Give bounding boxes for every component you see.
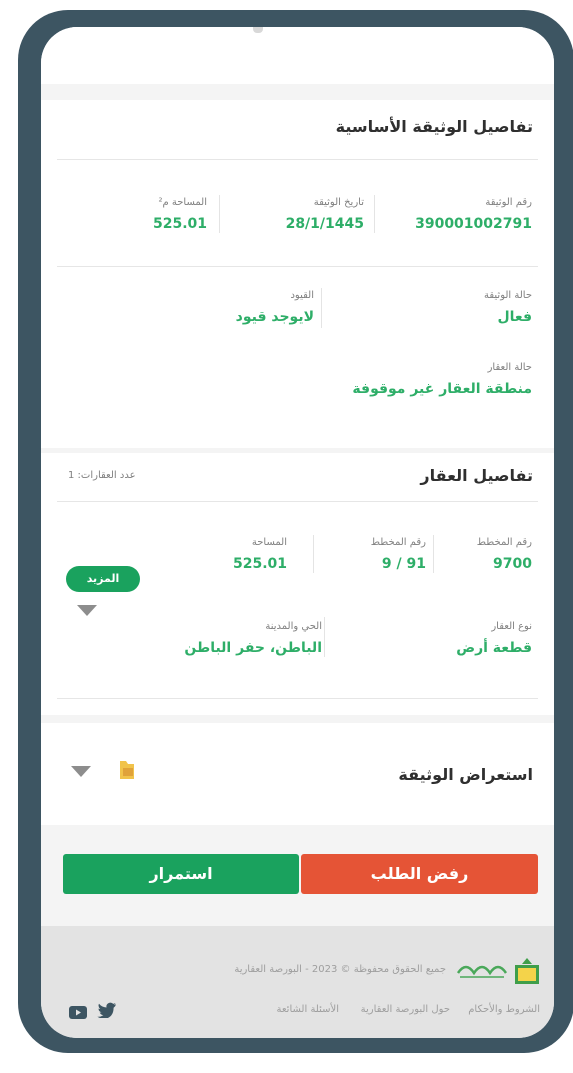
footer-link-faq[interactable]: الأسئلة الشائعة bbox=[277, 1004, 340, 1015]
district-city-value: الباطن، حفر الباطن bbox=[184, 640, 322, 656]
divider bbox=[57, 266, 538, 267]
property-area-label: المساحة bbox=[251, 537, 287, 548]
plot-number-label: رقم المخطط bbox=[370, 537, 426, 548]
divider bbox=[57, 159, 538, 160]
app-screen: تفاصيل الوثيقة الأساسية رقم الوثيقة 3900… bbox=[41, 27, 554, 1038]
document-details-title: تفاصيل الوثيقة الأساسية bbox=[335, 117, 533, 136]
deed-date-label: تاريخ الوثيقة bbox=[313, 197, 364, 208]
expand-chevron-icon[interactable] bbox=[71, 766, 91, 777]
divider bbox=[313, 535, 314, 573]
footer-link-terms[interactable]: الشروط والأحكام bbox=[468, 1004, 540, 1015]
restrictions-label: القيود bbox=[290, 290, 314, 301]
more-button[interactable]: المزيد bbox=[66, 566, 140, 592]
divider bbox=[321, 288, 322, 328]
reject-button[interactable]: رفض الطلب bbox=[301, 854, 538, 894]
footer-link-about[interactable]: حول البورصة العقارية bbox=[361, 1004, 450, 1015]
phone-frame: تفاصيل الوثيقة الأساسية رقم الوثيقة 3900… bbox=[18, 10, 573, 1053]
deed-status-label: حالة الوثيقة bbox=[483, 290, 532, 301]
folder-icon[interactable] bbox=[117, 759, 137, 781]
property-status-value: منطقة العقار غير موقوفة bbox=[352, 381, 532, 397]
restrictions-field: القيود لايوجد قيود bbox=[236, 290, 314, 325]
property-type-value: قطعة أرض bbox=[456, 640, 532, 656]
continue-button[interactable]: استمرار bbox=[63, 854, 299, 894]
document-view-card[interactable]: استعراض الوثيقة bbox=[41, 723, 554, 825]
youtube-icon[interactable] bbox=[69, 1004, 87, 1019]
brand-logo-icon bbox=[456, 959, 508, 979]
plan-number-field: رقم المخطط 9700 bbox=[477, 537, 532, 572]
top-bar bbox=[41, 27, 554, 84]
twitter-icon[interactable] bbox=[97, 1002, 117, 1019]
divider bbox=[57, 501, 538, 502]
property-area-value: 525.01 bbox=[232, 556, 287, 572]
copyright-text: جميع الحقوق محفوظة © 2023 - البورصة العق… bbox=[234, 964, 446, 975]
plot-number-field: رقم المخطط 91 / 9 bbox=[371, 537, 426, 572]
property-details-title: تفاصيل العقار bbox=[420, 466, 533, 485]
district-city-label: الحي والمدينة bbox=[265, 621, 322, 632]
area-value: 525.01 bbox=[152, 216, 207, 232]
property-area-field: المساحة 525.01 bbox=[233, 537, 287, 572]
district-city-field: الحي والمدينة الباطن، حفر الباطن bbox=[184, 621, 322, 656]
area-field: المساحة م² 525.01 bbox=[153, 197, 207, 232]
divider bbox=[324, 617, 325, 657]
deed-number-value: 390001002791 bbox=[415, 216, 532, 232]
deed-date-value: 28/1/1445 bbox=[285, 216, 364, 232]
deed-status-value: فعال bbox=[497, 309, 532, 325]
logo-icon bbox=[514, 957, 540, 985]
restrictions-value: لايوجد قيود bbox=[235, 309, 314, 325]
plan-number-value: 9700 bbox=[493, 556, 532, 572]
divider bbox=[433, 535, 434, 573]
expand-chevron-icon[interactable] bbox=[77, 605, 97, 616]
divider bbox=[374, 195, 375, 233]
deed-number-label: رقم الوثيقة bbox=[485, 197, 532, 208]
divider bbox=[219, 195, 220, 233]
deed-status-field: حالة الوثيقة فعال bbox=[484, 290, 532, 325]
footer: جميع الحقوق محفوظة © 2023 - البورصة العق… bbox=[41, 926, 554, 1038]
property-type-label: نوع العقار bbox=[491, 621, 532, 632]
property-status-field: حالة العقار منطقة العقار غير موقوفة bbox=[352, 362, 532, 397]
notch bbox=[253, 27, 263, 33]
property-details-card: تفاصيل العقار عدد العقارات: 1 رقم المخطط… bbox=[41, 453, 554, 715]
area-label: المساحة م² bbox=[158, 197, 207, 208]
deed-number-field: رقم الوثيقة 390001002791 bbox=[415, 197, 532, 232]
deed-date-field: تاريخ الوثيقة 28/1/1445 bbox=[286, 197, 364, 232]
plan-number-label: رقم المخطط bbox=[476, 537, 532, 548]
plot-number-value: 91 / 9 bbox=[381, 556, 426, 572]
property-status-label: حالة العقار bbox=[487, 362, 532, 373]
document-details-card: تفاصيل الوثيقة الأساسية رقم الوثيقة 3900… bbox=[41, 100, 554, 448]
property-type-field: نوع العقار قطعة أرض bbox=[456, 621, 532, 656]
property-count: عدد العقارات: 1 bbox=[68, 470, 136, 481]
divider bbox=[57, 698, 538, 699]
document-view-title: استعراض الوثيقة bbox=[398, 765, 533, 784]
